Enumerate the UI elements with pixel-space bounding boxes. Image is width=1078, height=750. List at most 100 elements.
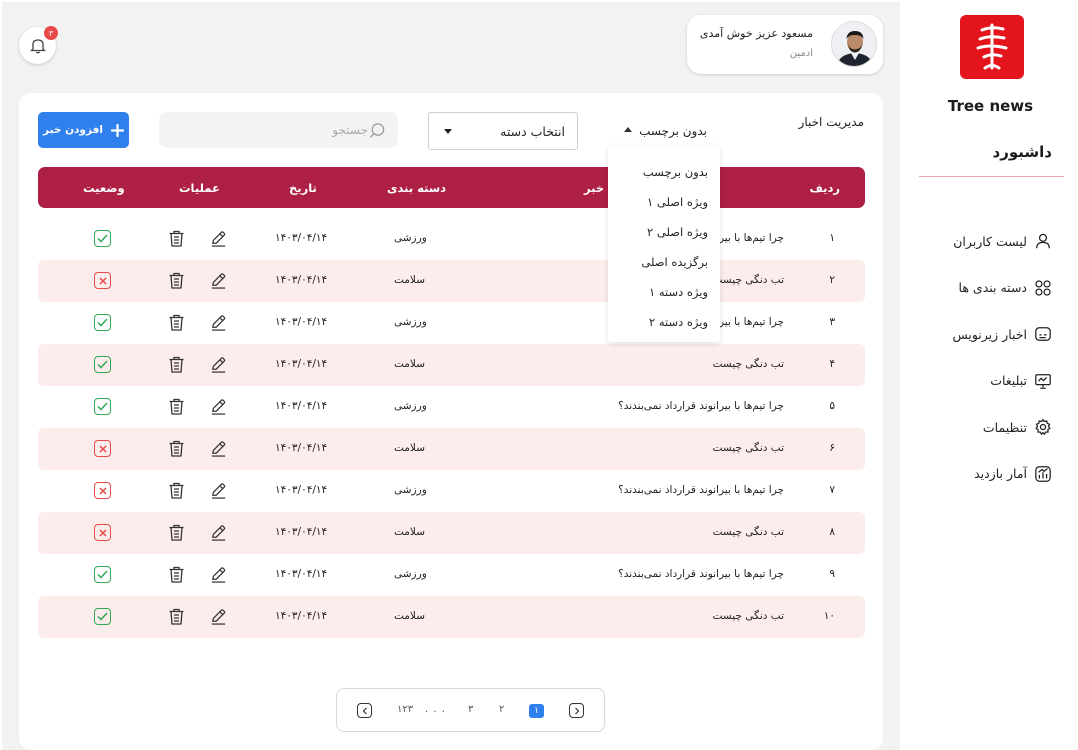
dropdown-option[interactable]: ویژه دسته ۱ [649,285,708,299]
category-select-value: انتخاب دسته [500,124,565,139]
row-title: تب دنگی چیست [712,274,784,286]
status-x-icon[interactable] [94,524,111,541]
status-x-icon[interactable] [94,272,111,289]
tag-select[interactable]: بدون برچسب [608,112,719,148]
tree-logo-icon [976,23,1008,70]
search-icon [369,123,385,138]
edit-icon[interactable] [210,398,227,415]
row-category: ورزشی [394,316,427,328]
page-current[interactable]: ۱ [529,704,544,718]
search-input[interactable] [178,112,368,148]
tag-dropdown-menu: بدون برچسب ویژه اصلی ۱ ویژه اصلی ۲ برگزی… [608,145,720,342]
dropdown-option[interactable]: ویژه اصلی ۱ [647,195,708,209]
row-date: ۱۴۰۳/۰۴/۱۴ [275,274,328,286]
status-check-icon[interactable] [94,608,111,625]
edit-icon[interactable] [210,272,227,289]
row-index: ۳ [829,316,835,328]
dashboard-title[interactable]: داشبورد [993,143,1052,161]
prev-page-button[interactable] [357,703,372,718]
row-title: تب دنگی چیست [712,358,784,370]
trash-icon[interactable] [168,313,185,332]
stats-icon [1035,465,1051,482]
row-title: تب دنگی چیست [712,526,784,538]
search-box [159,112,398,148]
page-2[interactable]: ۲ [499,704,504,715]
page-3[interactable]: ۳ [468,704,473,715]
table-row: ۵ چرا تیم‌ها با بیرانوند قرارداد نمی‌بندن… [38,386,865,428]
trash-icon[interactable] [168,271,185,290]
sidebar-item-users[interactable]: لیست کاربران [902,218,1052,265]
trash-icon[interactable] [168,397,185,416]
row-category: سلامت [394,442,425,454]
subtitle-icon [1035,327,1051,342]
trash-icon[interactable] [168,355,185,374]
presentation-icon [1035,373,1051,389]
row-index: ۷ [829,484,835,496]
trash-icon[interactable] [168,565,185,584]
row-index: ۱۰ [823,610,835,622]
tree-logo[interactable] [960,15,1024,79]
sidebar-item-label: اخبار زیرنویس [952,326,1027,342]
dropdown-option[interactable]: برگزیده اصلی [641,255,708,269]
avatar [831,21,877,67]
edit-icon[interactable] [210,230,227,247]
trash-icon[interactable] [168,481,185,500]
edit-icon[interactable] [210,314,227,331]
page-last[interactable]: ۱۲۳ [397,704,413,715]
row-category: سلامت [394,526,425,538]
status-x-icon[interactable] [94,440,111,457]
status-check-icon[interactable] [94,356,111,373]
category-select[interactable]: انتخاب دسته [428,112,578,150]
sidebar-item-settings[interactable]: تنظیمات [902,404,1052,451]
row-category: ورزشی [394,232,427,244]
status-check-icon[interactable] [94,398,111,415]
trash-icon[interactable] [168,229,185,248]
next-page-button[interactable] [569,703,584,718]
page-ellipsis: . . . [425,704,446,715]
table-row: ۶ تب دنگی چیست سلامت ۱۴۰۳/۰۴/۱۴ [38,428,865,470]
sidebar-item-label: تنظیمات [982,419,1027,435]
sidebar-item-ads[interactable]: تبلیغات [902,358,1052,405]
user-icon [1036,234,1050,249]
tag-select-value: بدون برچسب [639,124,707,138]
caret-up-icon [624,127,632,132]
dropdown-option[interactable]: ویژه دسته ۲ [649,315,708,329]
avatar-image [832,22,876,66]
add-news-button[interactable]: افزودن خبر [38,112,129,148]
row-category: سلامت [394,610,425,622]
sidebar-item-label: دسته بندی ها [958,280,1027,296]
status-x-icon[interactable] [94,482,111,499]
edit-icon[interactable] [210,440,227,457]
edit-icon[interactable] [210,608,227,625]
row-index: ۶ [829,442,835,454]
row-index: ۲ [829,274,835,286]
dropdown-option[interactable]: ویژه اصلی ۲ [647,225,708,239]
sidebar-item-label: آمار بازدید [974,466,1027,482]
bell-icon [29,39,46,54]
trash-icon[interactable] [168,439,185,458]
sidebar-item-categories[interactable]: دسته بندی ها [902,265,1052,312]
trash-icon[interactable] [168,607,185,626]
sidebar-item-subtitle-news[interactable]: اخبار زیرنویس [902,311,1052,358]
status-check-icon[interactable] [94,230,111,247]
row-date: ۱۴۰۳/۰۴/۱۴ [275,358,328,370]
row-date: ۱۴۰۳/۰۴/۱۴ [275,610,328,622]
row-date: ۱۴۰۳/۰۴/۱۴ [275,484,328,496]
grid-icon [1035,280,1051,296]
status-check-icon[interactable] [94,314,111,331]
row-date: ۱۴۰۳/۰۴/۱۴ [275,568,328,580]
row-date: ۱۴۰۳/۰۴/۱۴ [275,442,328,454]
sidebar-item-stats[interactable]: آمار بازدید [902,451,1052,498]
edit-icon[interactable] [210,356,227,373]
edit-icon[interactable] [210,566,227,583]
sidebar-item-label: تبلیغات [990,373,1027,389]
status-check-icon[interactable] [94,566,111,583]
sidebar: Tree news داشبورد لیست کاربران دسته بندی… [903,0,1078,750]
edit-icon[interactable] [210,482,227,499]
profile-card[interactable]: مسعود عزیز خوش آمدی ادمین [687,15,883,74]
edit-icon[interactable] [210,524,227,541]
table-row: ۳چرا تیم‌ها با بیرانوند قرارداد نمی‌بندن… [38,302,865,344]
trash-icon[interactable] [168,523,185,542]
dropdown-option[interactable]: بدون برچسب [643,165,708,179]
plus-icon [110,123,124,137]
